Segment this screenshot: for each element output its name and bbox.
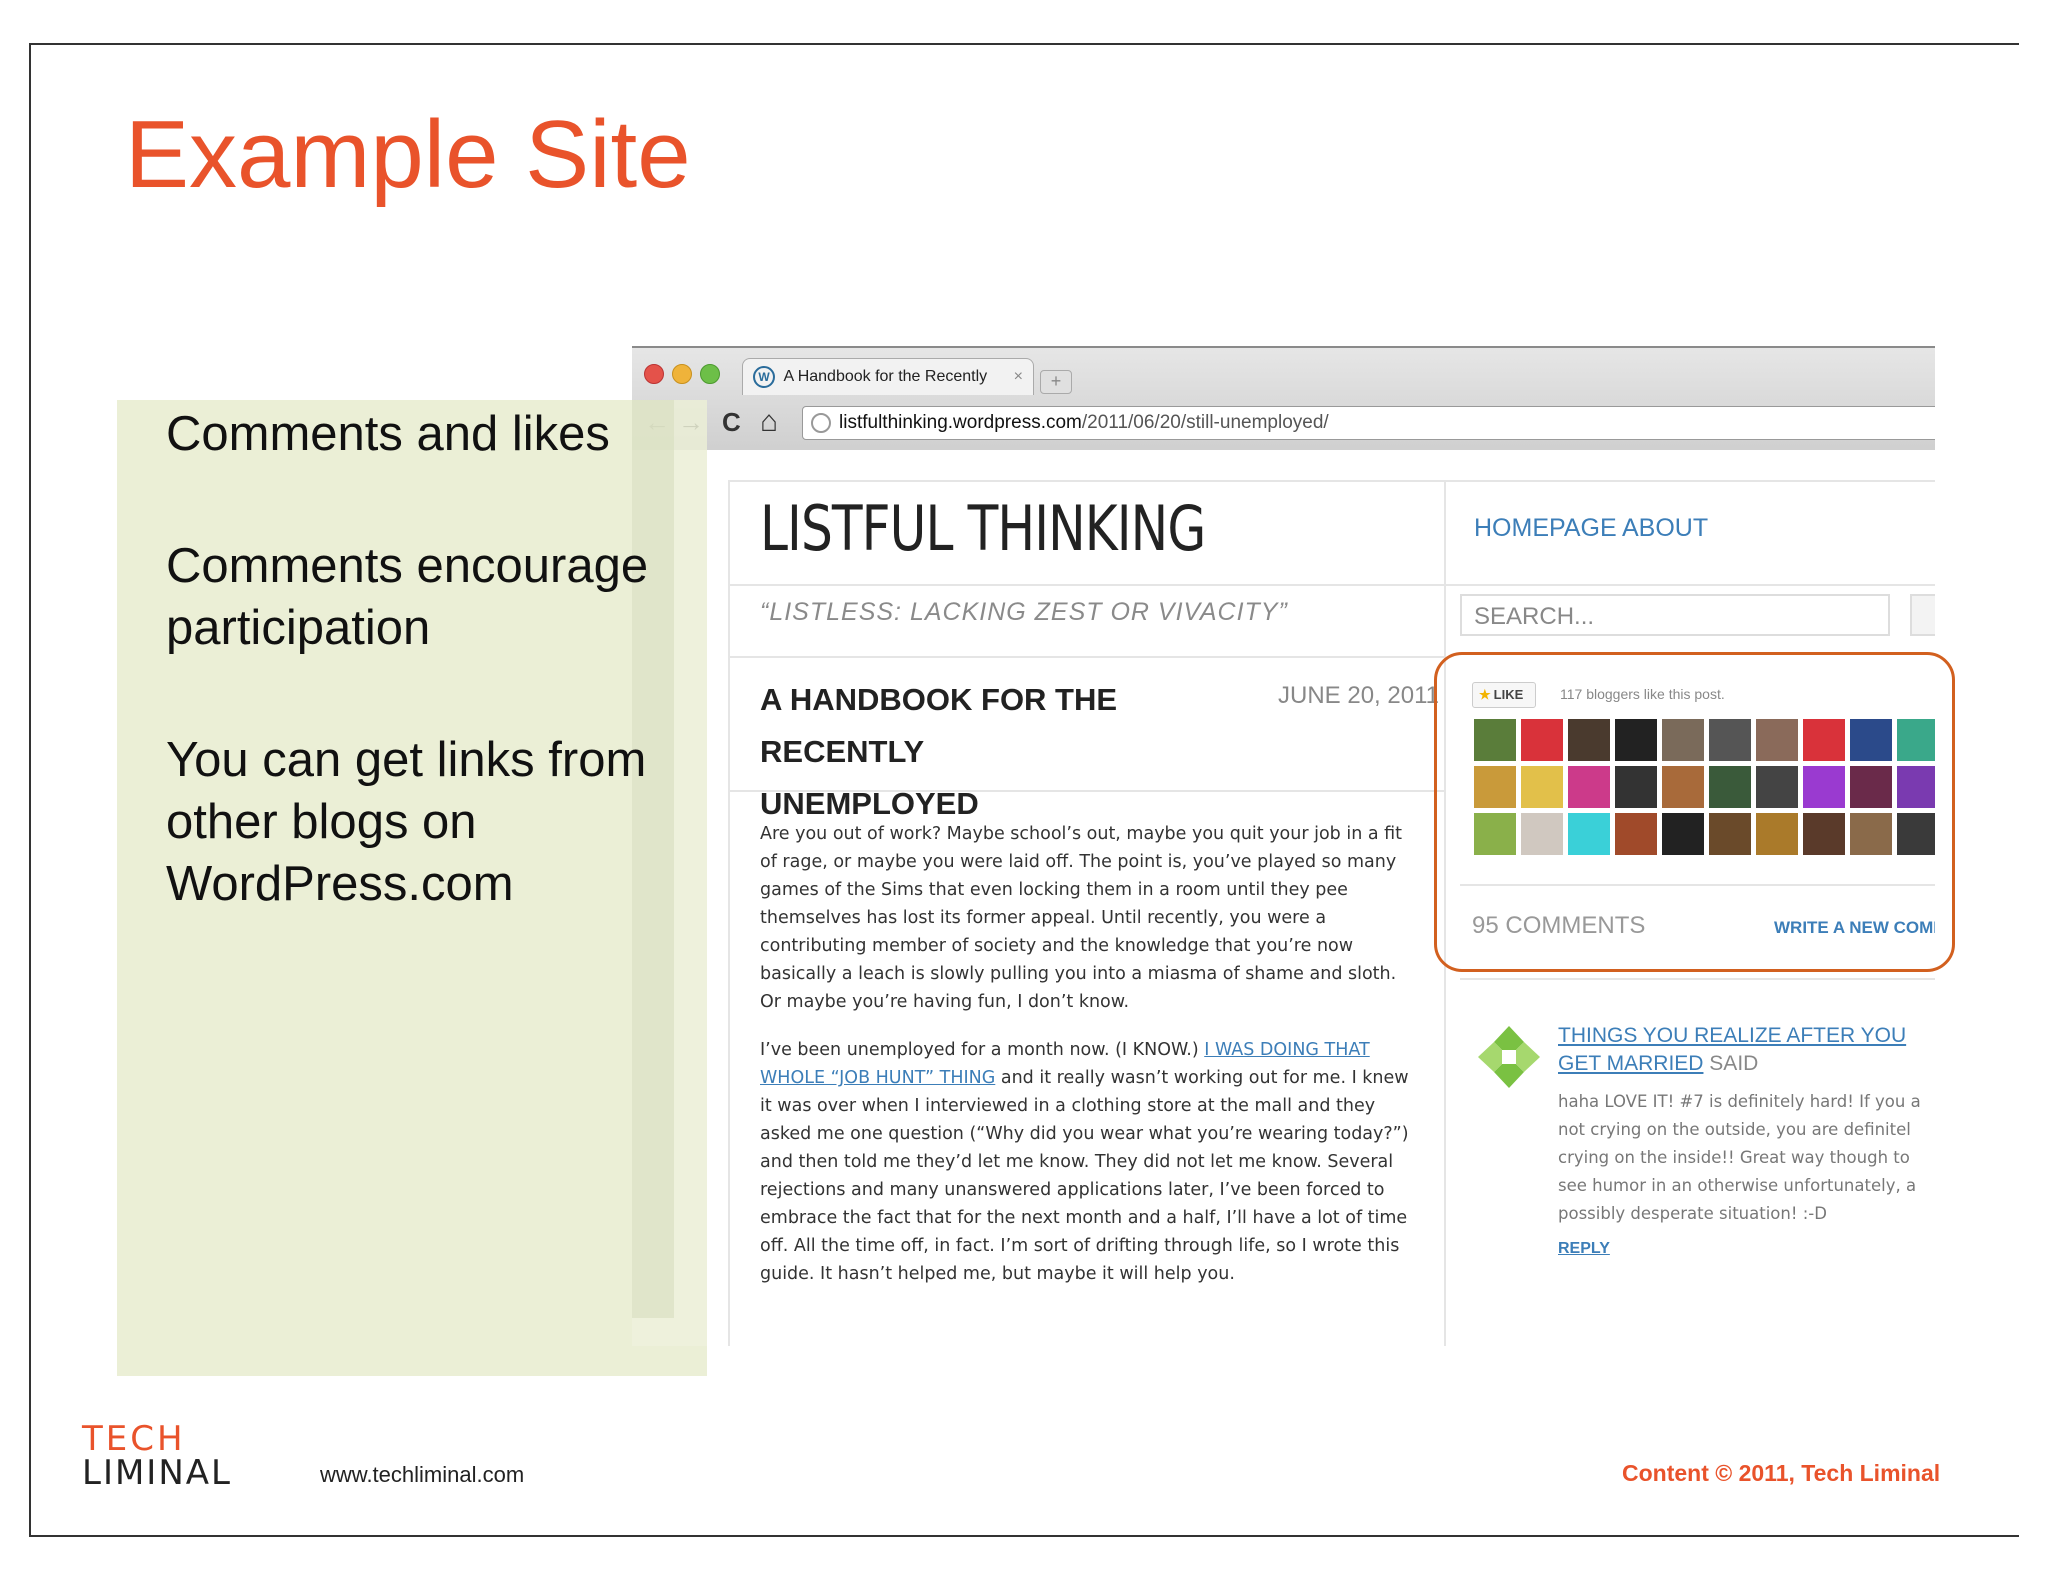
bullet-item: You can get links from other blogs on Wo… xyxy=(166,733,647,911)
url-path: /2011/06/20/still-unemployed/ xyxy=(1081,412,1329,433)
wordpress-icon: W xyxy=(753,366,775,388)
bullet-item: Comments and likes xyxy=(166,407,610,461)
bullet-list: Comments and likes Comments encourage pa… xyxy=(166,403,726,985)
slide-title: Example Site xyxy=(125,101,691,208)
comment-said: SAID xyxy=(1703,1052,1759,1075)
comment-line: possibly desperate situation! :-D xyxy=(1558,1204,1827,1223)
zoom-window-button[interactable] xyxy=(700,364,720,384)
browser-tab[interactable]: W A Handbook for the Recently × xyxy=(742,358,1034,395)
comment-text: haha LOVE IT! #7 is definitely hard! If … xyxy=(1558,1088,1935,1228)
site-tagline: “LISTLESS: LACKING ZEST OR VIVACITY” xyxy=(760,598,1288,626)
comment-line: crying on the inside!! Great way though … xyxy=(1558,1148,1910,1167)
search-button[interactable] xyxy=(1910,594,1935,636)
site-title[interactable]: LISTFUL THINKING xyxy=(760,492,1206,565)
comment-line: haha LOVE IT! #7 is definitely hard! If … xyxy=(1558,1092,1921,1111)
logo-tech: TECH xyxy=(82,1419,186,1459)
slide-frame-left xyxy=(29,43,31,1536)
title-border xyxy=(728,584,1935,586)
logo-liminal: LIMINAL xyxy=(82,1453,232,1493)
new-tab-button[interactable]: + xyxy=(1040,370,1072,394)
post-title[interactable]: A HANDBOOK FOR THE RECENTLY UNEMPLOYED xyxy=(760,674,1140,830)
url-domain: listfulthinking.wordpress.com xyxy=(839,412,1082,433)
slide-frame-bottom xyxy=(29,1535,2019,1537)
post-paragraph: Are you out of work? Maybe school’s out,… xyxy=(760,824,1403,1012)
close-tab-icon[interactable]: × xyxy=(1014,359,1023,395)
post-text: I’ve been unemployed for a month now. (I… xyxy=(760,1040,1205,1060)
footer-url[interactable]: www.techliminal.com xyxy=(320,1462,524,1488)
address-bar[interactable]: listfulthinking.wordpress.com/2011/06/20… xyxy=(802,406,1935,440)
post-paragraph: I’ve been unemployed for a month now. (I… xyxy=(760,1036,1420,1288)
post-date: JUNE 20, 2011 xyxy=(1278,682,1439,709)
tab-title: A Handbook for the Recently xyxy=(783,368,988,385)
tagline-border xyxy=(728,656,1444,658)
header-border xyxy=(728,480,1935,482)
comment-author: THINGS YOU REALIZE AFTER YOU GET MARRIED… xyxy=(1558,1022,1935,1078)
slide-frame-top xyxy=(29,43,2019,45)
browser-chrome: W A Handbook for the Recently × + ← → C … xyxy=(632,346,1935,452)
globe-icon xyxy=(811,412,831,433)
post-body: Are you out of work? Maybe school’s out,… xyxy=(760,820,1420,1308)
post-text: and it really wasn’t working out for me.… xyxy=(760,1068,1409,1284)
likes-highlight-box xyxy=(1434,652,1955,972)
home-icon[interactable]: ⌂ xyxy=(760,407,778,437)
techliminal-logo: TECH LIMINAL xyxy=(82,1422,232,1490)
comments-border xyxy=(1460,978,1935,980)
nav-link-homepage[interactable]: HOMEPAGE xyxy=(1474,514,1617,543)
close-window-button[interactable] xyxy=(644,364,664,384)
page-column-border xyxy=(728,480,730,1346)
comment-line: not crying on the outside, you are defin… xyxy=(1558,1120,1911,1139)
reply-link[interactable]: REPLY xyxy=(1558,1240,1610,1258)
search-input[interactable]: SEARCH... xyxy=(1460,594,1890,636)
bullet-item: Comments encourage participation xyxy=(166,539,649,655)
nav-link-about[interactable]: ABOUT xyxy=(1622,514,1708,543)
comment-line: see humor in an otherwise unfortunately,… xyxy=(1558,1176,1917,1195)
minimize-window-button[interactable] xyxy=(672,364,692,384)
quilt-avatar-icon xyxy=(1474,1022,1544,1092)
footer-copyright: Content © 2011, Tech Liminal xyxy=(1622,1460,1941,1486)
